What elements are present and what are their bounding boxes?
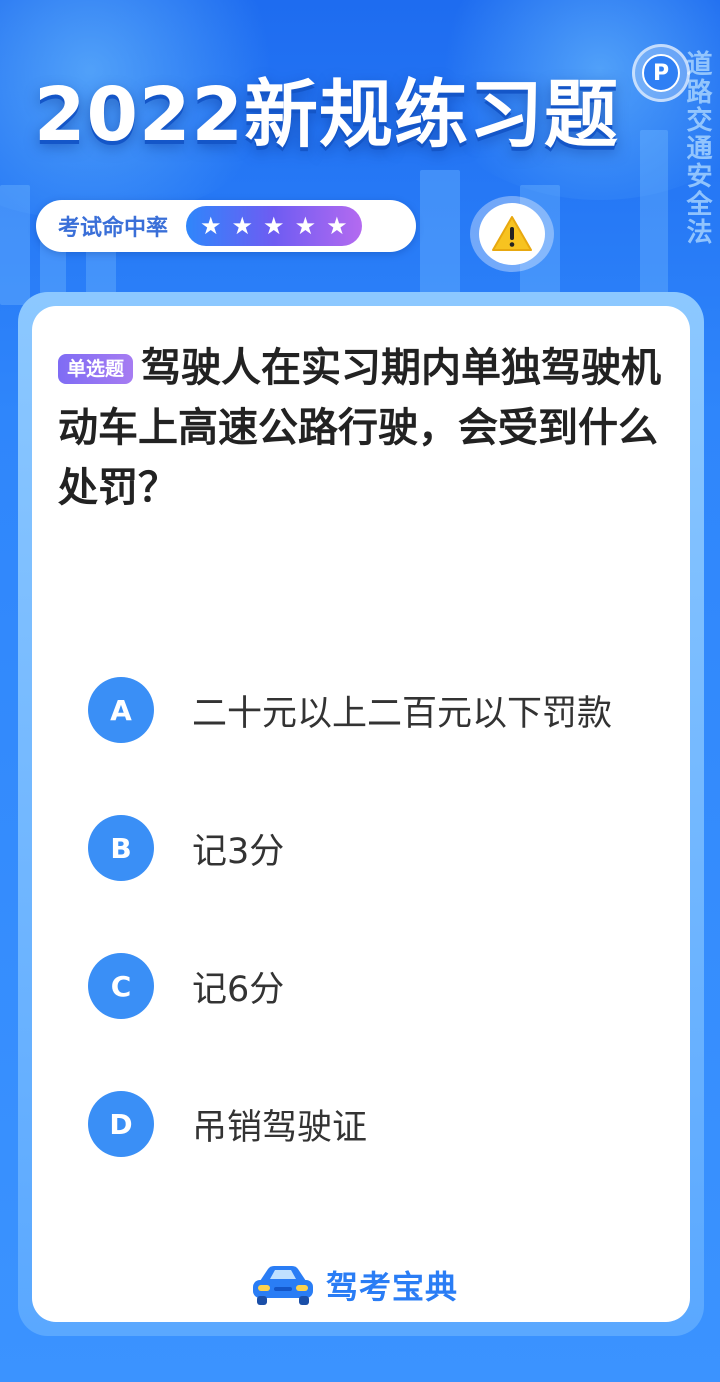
option-d[interactable]: D 吊销驾驶证 [88,1090,668,1158]
option-b[interactable]: B 记3分 [88,814,668,882]
star-icon: ★ [263,212,285,240]
answer-options: A 二十元以上二百元以下罚款 B 记3分 C 记6分 D 吊销驾驶证 [88,676,668,1228]
star-rating: ★ ★ ★ ★ ★ [186,206,362,246]
option-letter: D [88,1091,154,1157]
star-icon: ★ [326,212,348,240]
option-letter: B [88,815,154,881]
option-letter: A [88,677,154,743]
brand-logo: 驾考宝典 [250,1262,458,1308]
option-a[interactable]: A 二十元以上二百元以下罚款 [88,676,668,744]
star-icon: ★ [200,212,222,240]
warning-badge [470,196,554,272]
brand-name: 驾考宝典 [326,1268,459,1306]
option-text: 吊销驾驶证 [192,1107,368,1148]
car-icon [253,1266,313,1305]
question-text: 驾驶人在实习期内单独驾驶机动车上高速公路行驶，会受到什么处罚？ [58,345,662,511]
warning-triangle-icon [492,216,532,251]
option-text: 二十元以上二百元以下罚款 [192,693,613,734]
star-icon: ★ [294,212,317,240]
star-icon: ★ [231,212,254,240]
option-letter: C [88,953,154,1019]
question-type-tag: 单选题 [58,354,134,384]
hit-rate-pill: 考试命中率 ★ ★ ★ ★ ★ [36,200,416,252]
option-c[interactable]: C 记6分 [88,952,668,1020]
app-logo-badge: P [632,44,690,102]
question-block: 单选题 驾驶人在实习期内单独驾驶机动车上高速公路行驶，会受到什么处罚？ [58,338,690,518]
option-text: 记3分 [192,831,285,872]
hit-rate-label: 考试命中率 [58,216,169,241]
option-text: 记6分 [192,969,285,1010]
parking-p-icon: P [642,54,680,92]
page-title: 2022新规练习题 [34,72,619,158]
